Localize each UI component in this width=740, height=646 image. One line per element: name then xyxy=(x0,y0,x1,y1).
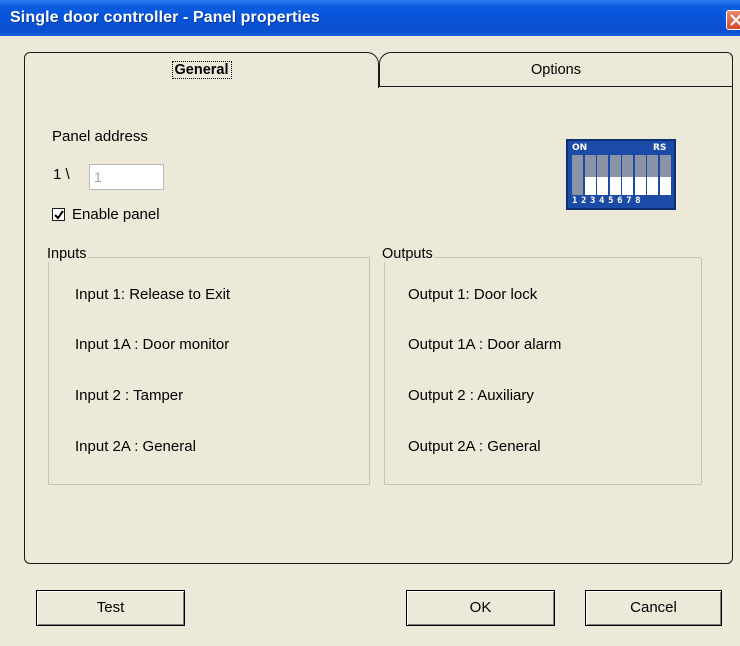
window-title: Single door controller - Panel propertie… xyxy=(10,9,320,26)
tab-options-label: Options xyxy=(531,62,581,78)
title-bar: Single door controller - Panel propertie… xyxy=(0,0,740,36)
tab-general-label: General xyxy=(171,61,232,79)
close-icon xyxy=(730,14,740,26)
test-button[interactable]: Test xyxy=(36,590,185,626)
cancel-button[interactable]: Cancel xyxy=(585,590,722,626)
ok-button[interactable]: OK xyxy=(406,590,555,626)
close-button[interactable] xyxy=(726,10,740,30)
tab-general[interactable]: General xyxy=(24,52,379,88)
tab-options[interactable]: Options xyxy=(379,52,733,86)
general-tab-panel xyxy=(24,86,733,564)
